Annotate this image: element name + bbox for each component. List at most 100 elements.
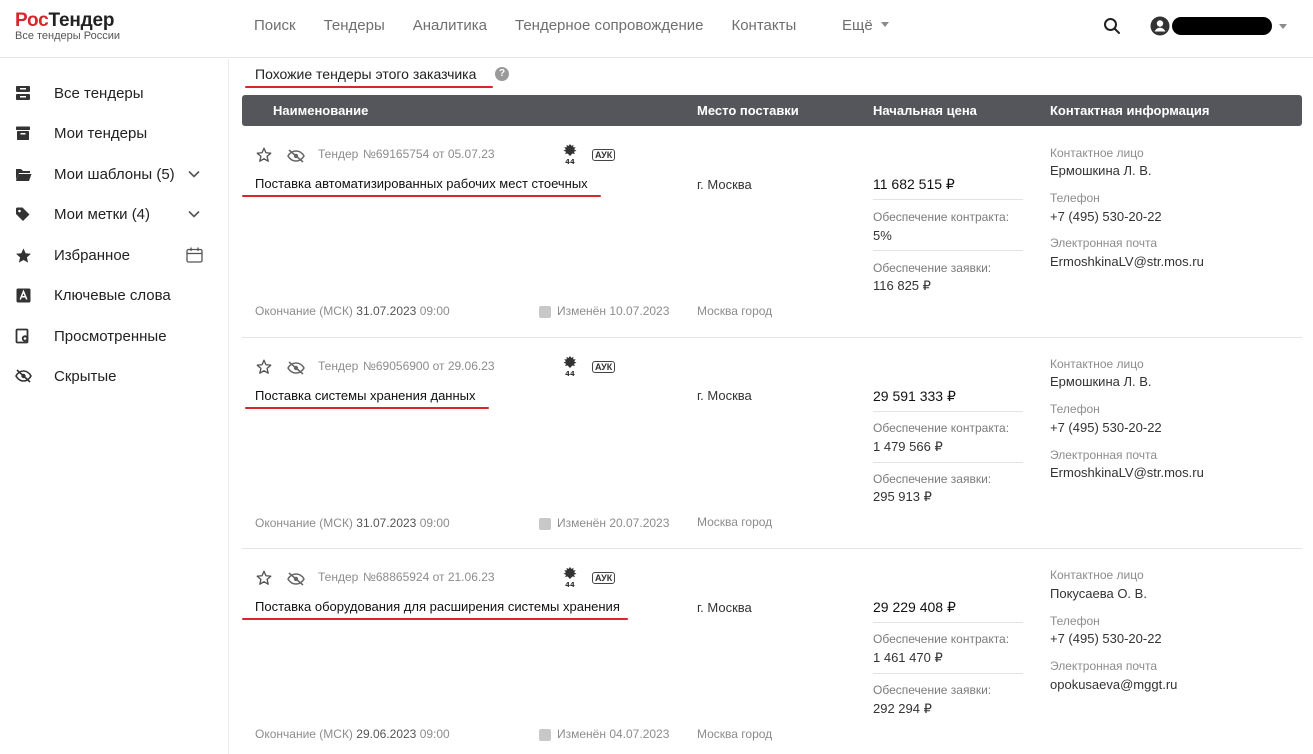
bid-security-label: Обеспечение заявки: [873, 472, 992, 486]
changed-date: Изменён 20.07.2023 [557, 516, 670, 530]
sidebar-item-my-tags[interactable]: Мои метки (4) [0, 194, 228, 234]
table-header: Наименование Место поставки Начальная це… [242, 95, 1302, 126]
calendar-icon[interactable] [184, 246, 204, 264]
nav-search[interactable]: Поиск [254, 17, 296, 35]
my-tenders-icon [14, 124, 32, 142]
nav-more-dropdown[interactable]: Ещё [842, 17, 889, 35]
start-price: 11 682 515 ₽ [873, 176, 955, 192]
end-date: Окончание (МСК) 31.07.2023 09:00 [255, 516, 450, 530]
region: Москва город [697, 727, 773, 741]
table-row[interactable]: Тендер №68865924 от 21.06.23 44 АУК Пост… [242, 549, 1302, 754]
folder-icon [14, 165, 32, 183]
logo[interactable]: РосТендер Все тендеры России [15, 10, 120, 42]
sidebar-item-keywords[interactable]: Ключевые слова [0, 275, 228, 315]
region: Москва город [697, 515, 773, 529]
tender-number[interactable]: №69165754 от 05.07.23 [363, 147, 495, 161]
title-underline [245, 407, 489, 409]
region: Москва город [697, 304, 773, 318]
chevron-down-icon[interactable] [184, 165, 204, 183]
tender-label: Тендер [318, 147, 359, 161]
delivery-place: г. Москва [697, 388, 752, 403]
nav-contacts[interactable]: Контакты [731, 17, 796, 35]
nav-analytics[interactable]: Аналитика [413, 17, 487, 35]
start-price: 29 229 408 ₽ [873, 599, 956, 615]
nav-tenders[interactable]: Тендеры [324, 17, 385, 35]
bid-security-value: 295 913 ₽ [873, 489, 932, 504]
auction-badge: АУК [592, 361, 616, 373]
column-header-price: Начальная цена [873, 103, 977, 118]
contact-email[interactable]: ErmoshkinaLV@str.mos.ru [1050, 465, 1204, 480]
svg-text:44: 44 [565, 370, 575, 377]
tag-icon [14, 205, 32, 223]
tender-title[interactable]: Поставка системы хранения данных [255, 388, 476, 403]
table-row[interactable]: Тендер №69165754 от 05.07.23 44 АУК Пост… [242, 126, 1302, 338]
logo-subtitle: Все тендеры России [15, 30, 120, 42]
contact-email[interactable]: opokusaeva@mggt.ru [1050, 677, 1177, 692]
contact-phone[interactable]: +7 (495) 530-20-22 [1050, 420, 1162, 435]
hide-eye-icon[interactable] [287, 359, 305, 377]
star-outline-icon[interactable] [255, 146, 273, 164]
star-outline-icon[interactable] [255, 358, 273, 376]
changed-icon [539, 306, 551, 318]
top-header: РосТендер Все тендеры России Поиск Тенде… [0, 0, 1313, 58]
star-icon [14, 246, 32, 264]
bid-security-label: Обеспечение заявки: [873, 261, 992, 275]
chevron-down-icon[interactable] [184, 205, 204, 223]
hide-eye-icon[interactable] [287, 147, 305, 165]
bid-security-label: Обеспечение заявки: [873, 683, 992, 697]
contract-security-label: Обеспечение контракта: [873, 210, 1010, 224]
user-name-redacted [1172, 17, 1272, 35]
column-header-name: Наименование [273, 103, 369, 118]
contract-security-value: 5% [873, 228, 892, 243]
chevron-down-icon [1279, 23, 1287, 29]
tender-number[interactable]: №69056900 от 29.06.23 [363, 359, 495, 373]
changed-date: Изменён 10.07.2023 [557, 304, 670, 318]
sidebar-item-viewed[interactable]: Просмотренные [0, 316, 228, 356]
changed-icon [539, 729, 551, 741]
end-date: Окончание (МСК) 29.06.2023 09:00 [255, 727, 450, 741]
bid-security-value: 116 825 ₽ [873, 278, 931, 293]
svg-text:44: 44 [565, 158, 575, 165]
user-avatar-icon [1150, 16, 1170, 36]
tender-title[interactable]: Поставка автоматизированных рабочих мест… [255, 176, 588, 191]
search-icon[interactable] [1103, 17, 1121, 35]
sidebar-item-my-templates[interactable]: Мои шаблоны (5) [0, 154, 228, 194]
contact-person: Ермошкина Л. В. [1050, 163, 1152, 178]
tender-label: Тендер [318, 570, 359, 584]
column-header-place: Место поставки [697, 103, 799, 118]
tender-number[interactable]: №68865924 от 21.06.23 [363, 570, 495, 584]
contact-phone[interactable]: +7 (495) 530-20-22 [1050, 631, 1162, 646]
sidebar-item-favorites[interactable]: Избранное [0, 235, 228, 275]
table-row[interactable]: Тендер №69056900 от 29.06.23 44 АУК Пост… [242, 338, 1302, 549]
main-nav: Поиск Тендеры Аналитика Тендерное сопров… [254, 17, 824, 35]
hide-eye-icon[interactable] [287, 570, 305, 588]
star-outline-icon[interactable] [255, 569, 273, 587]
help-icon[interactable]: ? [495, 67, 509, 81]
bid-security-value: 292 294 ₽ [873, 701, 932, 716]
all-tenders-icon [14, 84, 32, 102]
contract-security-value: 1 479 566 ₽ [873, 439, 943, 454]
title-underline [245, 86, 493, 88]
tender-title[interactable]: Поставка оборудования для расширения сис… [255, 599, 620, 614]
nav-tender-support[interactable]: Тендерное сопровождение [515, 17, 703, 35]
sidebar-item-all-tenders[interactable]: Все тендеры [0, 73, 228, 113]
contract-security-label: Обеспечение контракта: [873, 421, 1010, 435]
contact-phone[interactable]: +7 (495) 530-20-22 [1050, 209, 1162, 224]
start-price: 29 591 333 ₽ [873, 388, 956, 404]
law-44-emblem-icon: 44 [563, 356, 577, 377]
delivery-place: г. Москва [697, 600, 752, 615]
sidebar-item-my-tenders[interactable]: Мои тендеры [0, 113, 228, 153]
section-title: Похожие тендеры этого заказчика [255, 66, 477, 82]
contact-email[interactable]: ErmoshkinaLV@str.mos.ru [1050, 254, 1204, 269]
tender-label: Тендер [318, 359, 359, 373]
sidebar-item-hidden[interactable]: Скрытые [0, 356, 228, 396]
delivery-place: г. Москва [697, 177, 752, 192]
user-menu[interactable] [1150, 16, 1287, 36]
viewed-icon [14, 327, 32, 345]
column-header-contacts: Контактная информация [1050, 103, 1210, 118]
law-44-emblem-icon: 44 [563, 567, 577, 588]
keyword-icon [14, 286, 32, 304]
title-underline [242, 618, 628, 620]
changed-icon [539, 518, 551, 530]
title-underline [242, 195, 601, 197]
